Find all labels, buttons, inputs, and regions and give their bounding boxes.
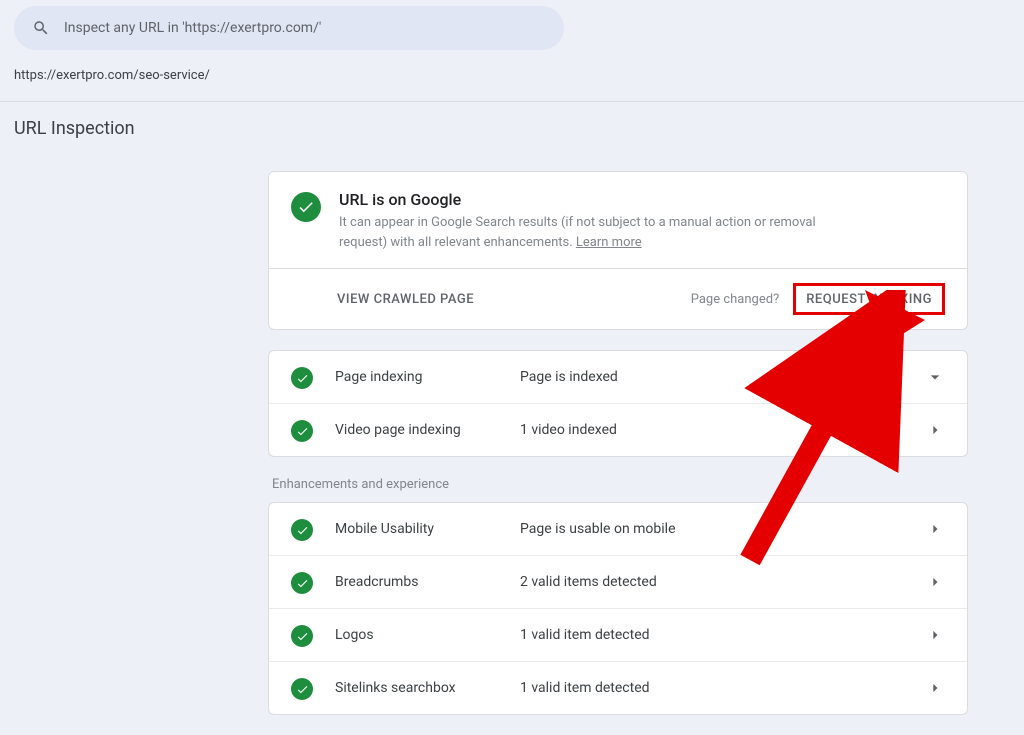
enhancements-label: Enhancements and experience (272, 477, 968, 492)
chevron-right-icon (925, 678, 945, 698)
row-label: Sitelinks searchbox (335, 680, 520, 696)
request-indexing-button[interactable]: REQUEST INDEXING (806, 292, 932, 307)
row-label: Breadcrumbs (335, 574, 520, 590)
row-label: Logos (335, 627, 520, 643)
check-icon (291, 625, 313, 647)
indexing-card: Page indexing Page is indexed Video page… (268, 350, 968, 457)
page-title: URL Inspection (14, 118, 1024, 139)
enhancement-row[interactable]: Sitelinks searchbox 1 valid item detecte… (269, 662, 967, 714)
view-crawled-page-button[interactable]: VIEW CRAWLED PAGE (337, 292, 474, 307)
chevron-right-icon (925, 420, 945, 440)
chevron-right-icon (925, 572, 945, 592)
row-label: Video page indexing (335, 422, 520, 438)
row-label: Mobile Usability (335, 521, 520, 537)
request-indexing-highlight: REQUEST INDEXING (793, 283, 945, 315)
status-card: URL is on Google It can appear in Google… (268, 171, 968, 330)
search-placeholder: Inspect any URL in 'https://exertpro.com… (64, 20, 321, 36)
learn-more-link[interactable]: Learn more (576, 235, 642, 250)
row-value: 1 video indexed (520, 422, 925, 438)
indexing-row[interactable]: Video page indexing 1 video indexed (269, 404, 967, 456)
row-value: 1 valid item detected (520, 680, 925, 696)
row-value: 2 valid items detected (520, 574, 925, 590)
page-changed-label: Page changed? (691, 292, 780, 307)
status-header: URL is on Google It can appear in Google… (269, 172, 967, 268)
inspected-url: https://exertpro.com/seo-service/ (14, 68, 1024, 83)
divider (0, 101, 1024, 102)
chevron-right-icon (925, 625, 945, 645)
check-icon (291, 678, 313, 700)
check-icon (291, 367, 313, 389)
status-title: URL is on Google (339, 190, 839, 209)
enhancement-row[interactable]: Mobile Usability Page is usable on mobil… (269, 503, 967, 556)
enhancement-row[interactable]: Logos 1 valid item detected (269, 609, 967, 662)
enhancement-row[interactable]: Breadcrumbs 2 valid items detected (269, 556, 967, 609)
chevron-right-icon (925, 519, 945, 539)
check-icon (291, 519, 313, 541)
url-inspection-search[interactable]: Inspect any URL in 'https://exertpro.com… (14, 6, 564, 50)
chevron-down-icon (925, 367, 945, 387)
row-label: Page indexing (335, 369, 520, 385)
search-icon (32, 19, 50, 37)
check-icon (291, 572, 313, 594)
enhancements-card: Mobile Usability Page is usable on mobil… (268, 502, 968, 715)
row-value: Page is usable on mobile (520, 521, 925, 537)
check-icon (291, 192, 321, 222)
check-icon (291, 420, 313, 442)
status-description: It can appear in Google Search results (… (339, 213, 839, 252)
row-value: Page is indexed (520, 369, 925, 385)
row-value: 1 valid item detected (520, 627, 925, 643)
indexing-row[interactable]: Page indexing Page is indexed (269, 351, 967, 404)
status-card-footer: VIEW CRAWLED PAGE Page changed? REQUEST … (269, 268, 967, 329)
